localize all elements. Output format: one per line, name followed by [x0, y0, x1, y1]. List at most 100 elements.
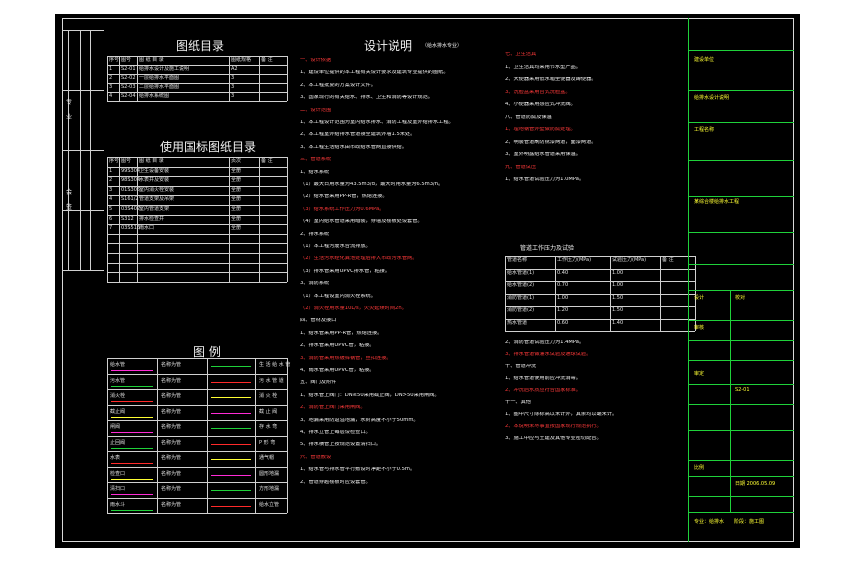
legend-symbol-line [111, 478, 153, 480]
grid-line [107, 157, 108, 282]
grid-line [107, 272, 287, 274]
grid-line [259, 157, 260, 282]
table-cell: 3 [231, 75, 235, 81]
title-block-line [688, 340, 794, 341]
legend-symbol-line [211, 505, 251, 507]
table-cell: S2-01 [121, 66, 136, 72]
title-block-line [688, 430, 794, 431]
table-cell: 全册 [231, 177, 242, 184]
table-cell: 1 [109, 66, 113, 72]
legend-name: 名称为管 [161, 455, 182, 461]
legend-symbol-line [111, 385, 153, 387]
design-note-line: 1、给水管道试验压力为1.0MPa。 [505, 177, 585, 182]
title-block-line [688, 512, 794, 513]
table-cell: S2-03 [121, 84, 136, 90]
drawing-list-title: 图纸目录 [176, 39, 225, 53]
grid-line [157, 358, 158, 513]
design-note-line: 4、排水立管上每层设检查口。 [300, 430, 371, 435]
design-note-line: 1、给水管道使用前应冲洗消毒。 [505, 376, 581, 381]
legend-symbol-label: 雨水斗 [110, 501, 126, 508]
design-note-line: 2、排水管采用UPVC管，粘接。 [300, 343, 375, 349]
table-cell: 98S304 [121, 177, 141, 184]
grid-line [107, 404, 287, 406]
table-header: 图 纸 目 录 [139, 158, 164, 164]
grid-line [107, 157, 287, 158]
tb-approver: 审定 [694, 371, 705, 377]
legend-symbol-line [111, 416, 153, 418]
grid-line [107, 435, 287, 437]
grid-line [229, 56, 230, 101]
legend-name: 名称为管 [161, 377, 182, 384]
design-note-line: 2、大便器采用低水箱坐便器及蹲便器。 [505, 77, 597, 82]
title-block-line [730, 290, 731, 512]
table-cell: 1 [109, 167, 113, 174]
design-note-line: 2、消防管上阀门采用闸阀。 [300, 405, 366, 411]
design-note-line: 四、管材及接口 [300, 318, 337, 324]
table-cell: 3 [109, 186, 113, 193]
table-cell: 3 [231, 84, 235, 90]
grid-line [107, 262, 287, 264]
design-note-line: 1、本工程设计范围为室内给水排水、消防工程及室外给排水工程。 [300, 120, 454, 125]
grid-line [107, 56, 287, 57]
legend-symbol-label: 给水管 [110, 362, 126, 368]
design-note-line: 5、排水横管上按规范设置清扫口。 [300, 442, 382, 448]
legend-desc: 给水立管 [259, 501, 280, 508]
grid-line [505, 318, 695, 320]
design-note-line: （1）本工程污废水合流排放。 [300, 244, 371, 249]
design-subtitle: （给水排水专业） [422, 43, 463, 49]
title-block-line [688, 476, 794, 477]
table-cell: 全册 [231, 186, 242, 193]
table-cell: S2-04 [121, 93, 136, 99]
table-cell: 雨水口 [139, 225, 155, 232]
grid-line [660, 256, 661, 331]
table-cell: 1.20 [557, 307, 569, 313]
table-cell: S2-02 [121, 75, 136, 81]
title-block-line [688, 264, 794, 265]
design-note-line: 1、埋地钢管外壁做防腐处理。 [505, 127, 576, 132]
table-cell: 0.60 [557, 319, 569, 326]
table-cell: 1.40 [612, 319, 624, 326]
table-header: 备 注 [662, 257, 674, 263]
design-note-line: 1、建设单位提供的本工程有关设计要求及建筑专业提供的图纸。 [300, 70, 449, 76]
grid-line [555, 256, 556, 331]
title-block-line [688, 160, 794, 161]
table-cell: 室内消火栓安装 [139, 186, 175, 193]
design-note-line: 六、管道敷设 [300, 454, 332, 460]
table-header: 试验压力(MPa) [612, 257, 647, 263]
design-note-line: （3）排水管采用UPVC排水管，粘接。 [300, 268, 391, 274]
legend-name: 名称为管 [161, 393, 182, 399]
legend-symbol-line [211, 412, 251, 414]
table-cell: 全册 [231, 167, 242, 174]
grid-line [107, 243, 287, 245]
table-cell: 消防管道(2) [507, 307, 535, 313]
table-cell: 6 [109, 215, 113, 222]
design-note-line: 4、小便器采用感应式冲洗阀。 [505, 102, 576, 107]
legend-symbol-line [211, 428, 251, 429]
tb-reviewer: 审核 [694, 325, 705, 331]
table-cell: 全册 [231, 196, 242, 203]
grid-line [107, 281, 287, 283]
design-note-line: 3、消防管采用热镀锌钢管，丝扣连接。 [300, 355, 392, 361]
table-cell: 0.70 [557, 282, 569, 288]
table-cell: S161/2 [121, 196, 139, 203]
legend-desc: 存 水 弯 [259, 424, 278, 430]
legend-symbol-line [211, 366, 251, 367]
table-cell: 水表井及安装 [139, 177, 170, 184]
legend-name: 名称为管 [161, 501, 182, 508]
table-cell: 2 [109, 75, 113, 81]
title-block-line [688, 122, 794, 123]
table-cell: 给排水系统图 [139, 93, 170, 99]
grid-line [107, 101, 287, 102]
grid-line [505, 256, 506, 331]
tb-project-label: 工程名称 [694, 127, 715, 133]
table-cell: 卫生设备安装 [139, 167, 170, 174]
title-block-line [688, 90, 794, 91]
table-header: 页次 [231, 158, 242, 164]
design-note-line: 九、管道试压 [505, 164, 537, 170]
legend-desc: 方形地漏 [259, 486, 280, 492]
legend-desc: P 形 弯 [259, 439, 276, 446]
design-note-line: 2、管道穿越楼板时应设套管。 [300, 479, 371, 485]
design-note-line: （1）最大日用水量为43.5m3/d，最大时用水量为6.5m3/h。 [300, 182, 444, 187]
tb-drawing-name: 给排水设计说明 [694, 95, 730, 101]
table-cell: 给水管道(1) [507, 269, 535, 276]
